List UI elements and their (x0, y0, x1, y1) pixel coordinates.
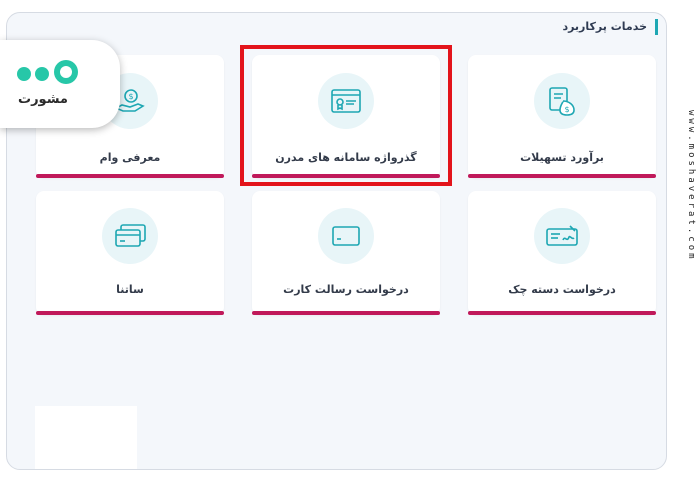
card-accent-bar (36, 174, 224, 178)
card-icon (318, 208, 374, 264)
cheque-icon (534, 208, 590, 264)
card-cheque-request[interactable]: درخواست دسته چک (468, 191, 656, 315)
highlight-box (240, 45, 452, 186)
card-label: ساتنا (116, 283, 144, 296)
logo-badge: مشورت (0, 40, 120, 128)
cards-stack-icon (102, 208, 158, 264)
section-title: خدمات پرکاربرد (562, 19, 658, 35)
logo-text: مشورت (18, 92, 68, 107)
card-facility-estimate[interactable]: $ برآورد تسهیلات (468, 55, 656, 178)
svg-text:$: $ (564, 105, 569, 114)
money-document-icon: $ (534, 73, 590, 129)
card-label: معرفی وام (99, 151, 161, 164)
card-accent-bar (36, 311, 224, 315)
blank-panel (35, 406, 137, 469)
card-label: برآورد تسهیلات (520, 151, 604, 164)
watermark: www.moshaverat.com (686, 110, 696, 262)
card-resalat-card-request[interactable]: درخواست رسالت کارت (252, 191, 440, 315)
card-accent-bar (468, 174, 656, 178)
card-accent-bar (468, 311, 656, 315)
card-label: درخواست رسالت کارت (283, 283, 409, 296)
svg-text:$: $ (128, 92, 133, 101)
card-label: درخواست دسته چک (508, 283, 616, 296)
card-satna[interactable]: ساتنا (36, 191, 224, 315)
logo-icon (17, 60, 78, 84)
card-accent-bar (252, 311, 440, 315)
